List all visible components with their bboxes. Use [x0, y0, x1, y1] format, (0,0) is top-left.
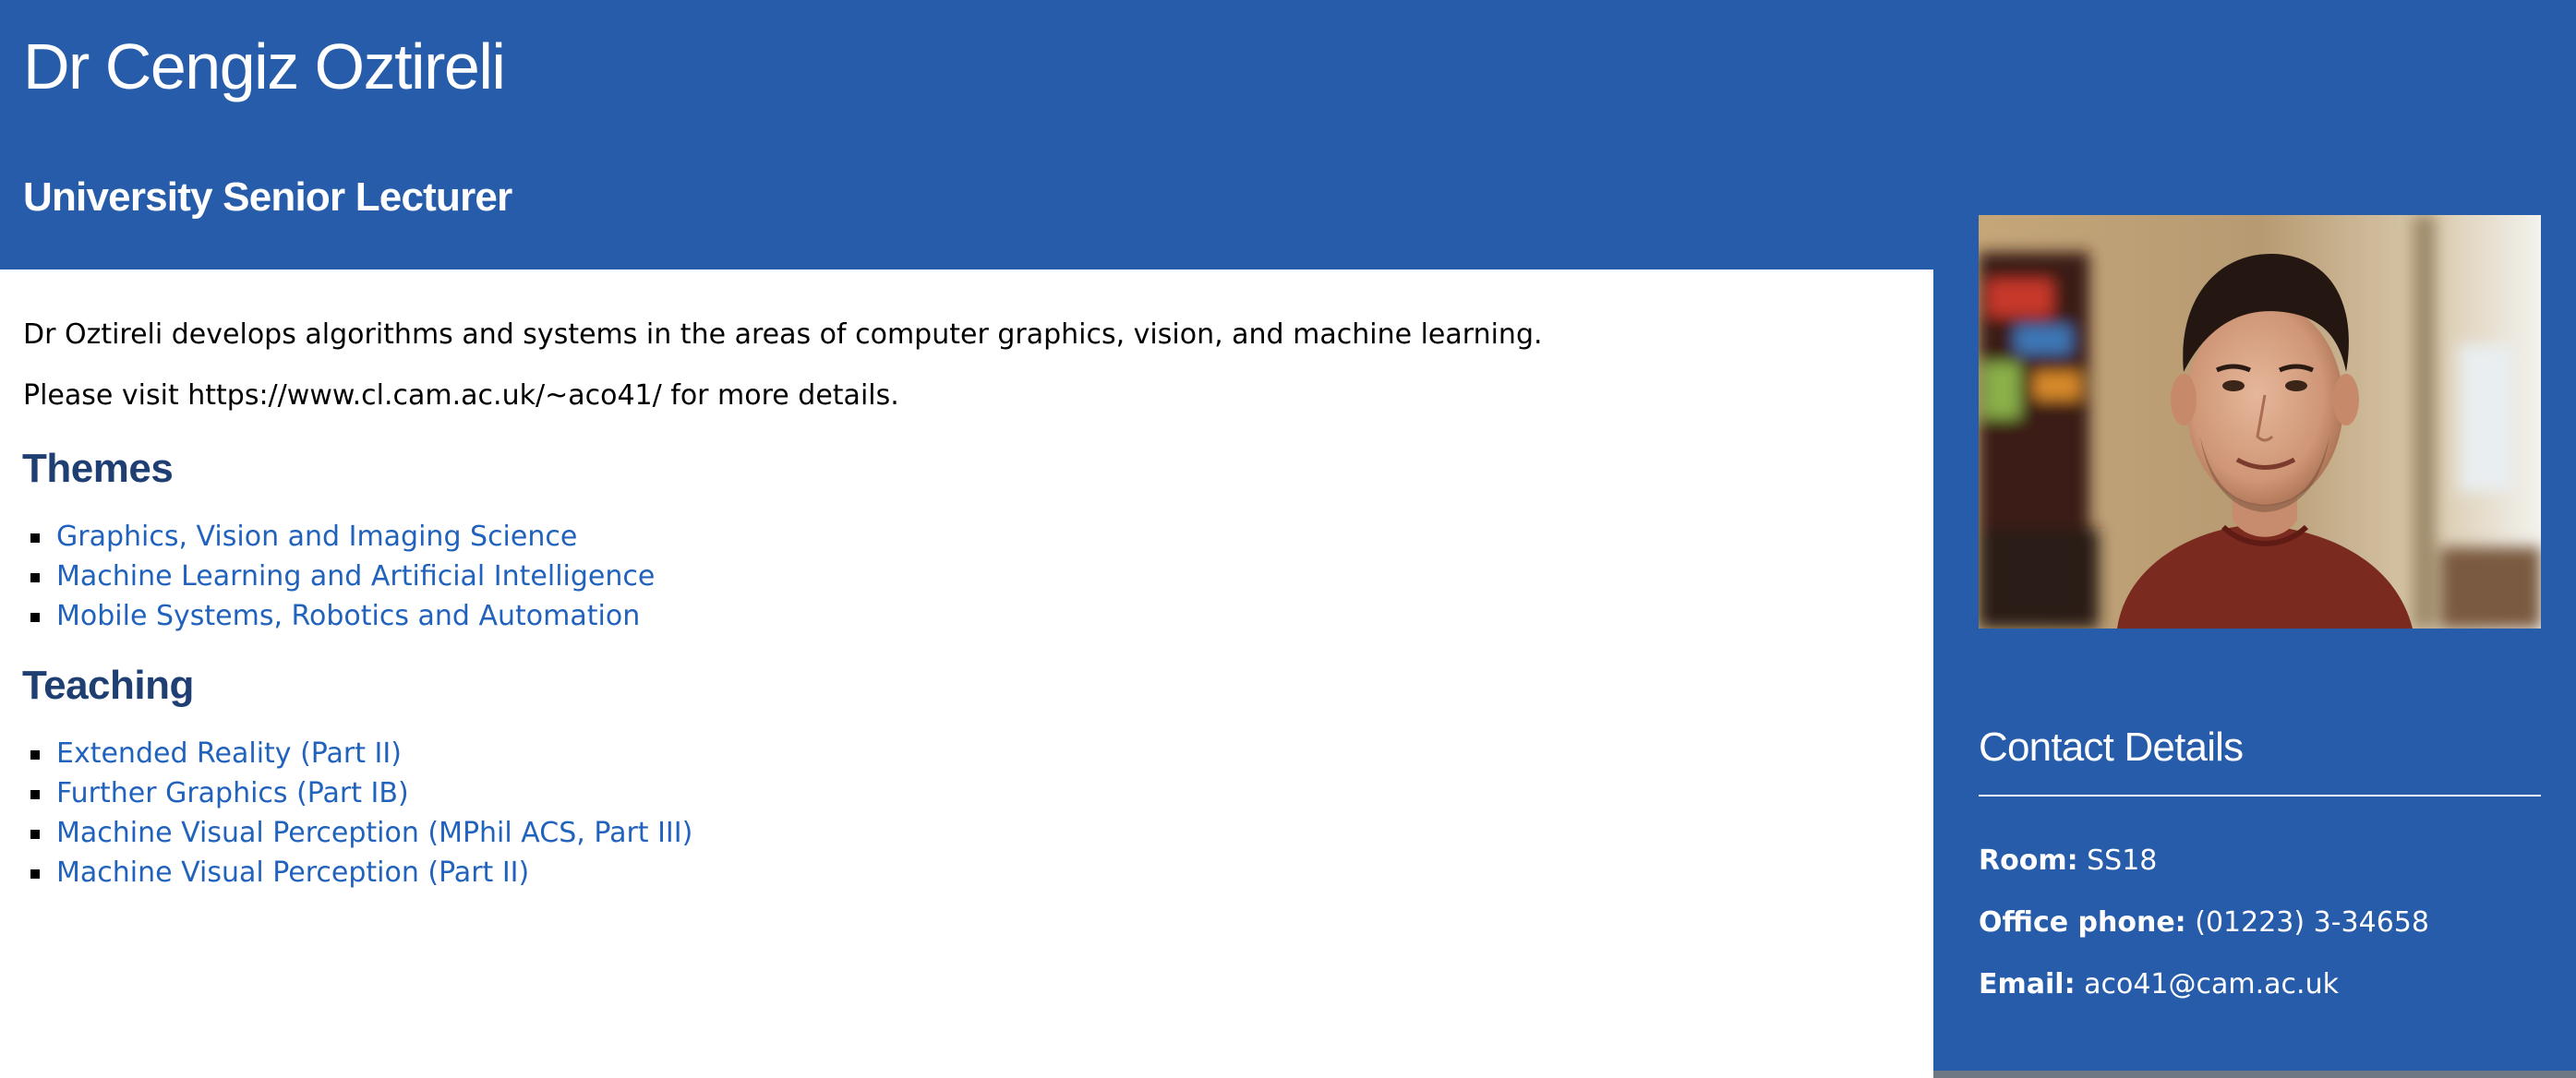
theme-link-mobile-systems[interactable]: Mobile Systems, Robotics and Automation: [56, 600, 640, 632]
profile-photo: [1979, 215, 2541, 629]
themes-heading: Themes: [22, 446, 174, 491]
job-title: University Senior Lecturer: [23, 174, 512, 220]
footer-strip: [1933, 1071, 2576, 1078]
course-link-mvp-mphil[interactable]: Machine Visual Perception (MPhil ACS, Pa…: [56, 817, 692, 849]
room-value: SS18: [2087, 844, 2158, 877]
bullet-icon: [30, 869, 40, 879]
bullet-icon: [30, 613, 40, 622]
contact-details-heading: Contact Details: [1979, 725, 2244, 770]
intro-summary: Dr Oztireli develops algorithms and syst…: [23, 318, 1543, 351]
themes-list: Graphics, Vision and Imaging Science Mac…: [23, 517, 655, 636]
course-link-mvp-part2[interactable]: Machine Visual Perception (Part II): [56, 856, 529, 889]
theme-link-machine-learning[interactable]: Machine Learning and Artificial Intellig…: [56, 560, 655, 593]
list-item: Extended Reality (Part II): [23, 734, 692, 773]
bullet-icon: [30, 830, 40, 839]
list-item: Mobile Systems, Robotics and Automation: [23, 596, 655, 636]
course-link-extended-reality[interactable]: Extended Reality (Part II): [56, 737, 402, 770]
list-item: Machine Visual Perception (MPhil ACS, Pa…: [23, 813, 692, 853]
person-name: Dr Cengiz Oztireli: [23, 30, 506, 102]
theme-link-graphics[interactable]: Graphics, Vision and Imaging Science: [56, 521, 577, 553]
contact-divider: [1979, 795, 2541, 797]
email-label: Email:: [1979, 968, 2076, 1000]
phone-value: (01223) 3-34658: [2195, 906, 2429, 939]
contact-email: Email: aco41@cam.ac.uk: [1979, 964, 2339, 1005]
list-item: Graphics, Vision and Imaging Science: [23, 517, 655, 557]
teaching-list: Extended Reality (Part II) Further Graph…: [23, 734, 692, 892]
course-link-further-graphics[interactable]: Further Graphics (Part IB): [56, 777, 409, 809]
intro-visit: Please visit https://www.cl.cam.ac.uk/~a…: [23, 379, 899, 412]
list-item: Machine Learning and Artificial Intellig…: [23, 557, 655, 596]
teaching-heading: Teaching: [22, 663, 194, 708]
list-item: Further Graphics (Part IB): [23, 773, 692, 813]
phone-label: Office phone:: [1979, 906, 2186, 939]
bullet-icon: [30, 750, 40, 760]
list-item: Machine Visual Perception (Part II): [23, 853, 692, 892]
email-value: aco41@cam.ac.uk: [2084, 968, 2339, 1000]
room-label: Room:: [1979, 844, 2078, 877]
contact-room: Room: SS18: [1979, 841, 2157, 881]
bullet-icon: [30, 573, 40, 582]
contact-phone: Office phone: (01223) 3-34658: [1979, 903, 2429, 943]
bullet-icon: [30, 533, 40, 543]
bullet-icon: [30, 790, 40, 799]
